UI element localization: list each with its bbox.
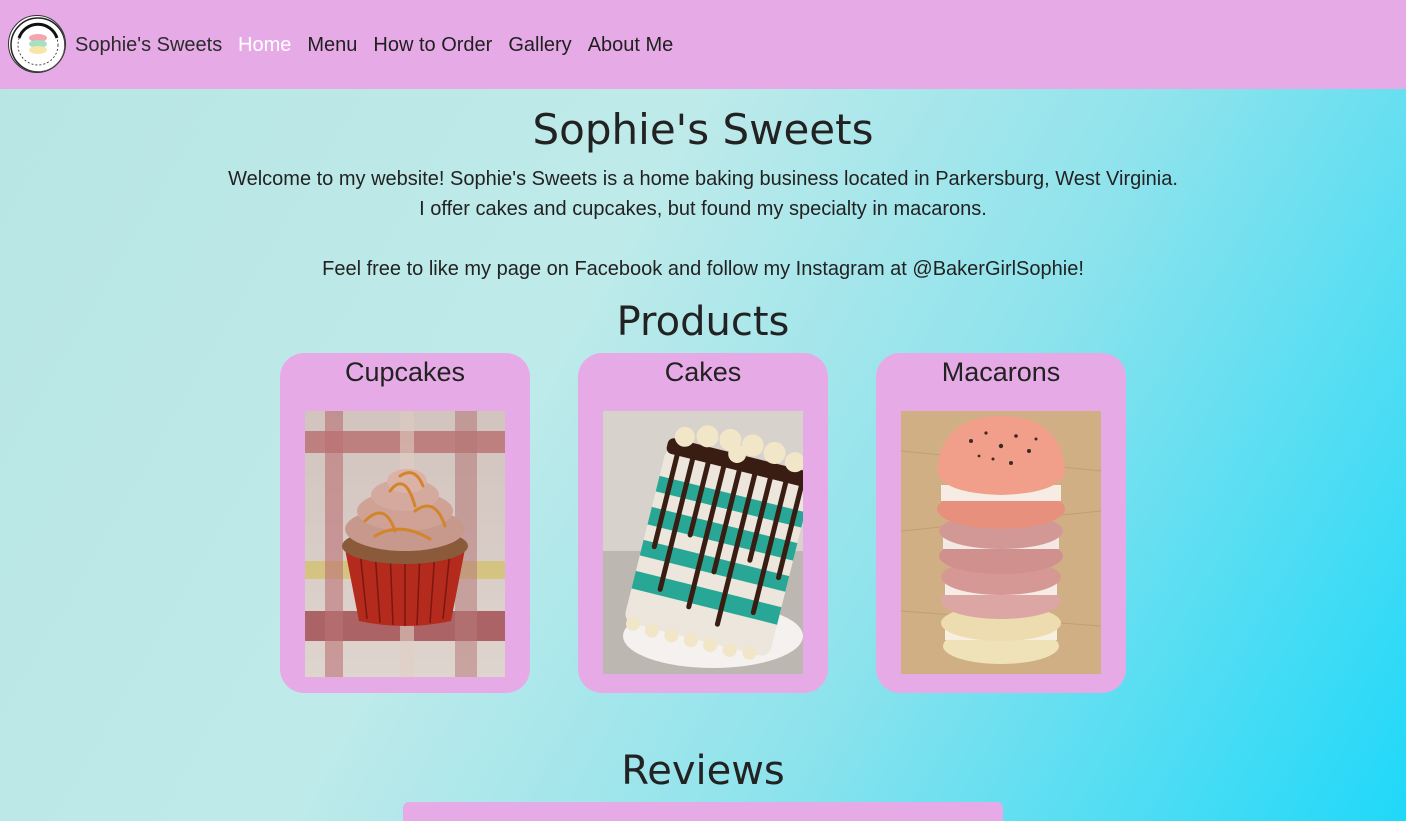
review-card (403, 802, 1003, 821)
navbar: Sophie's Sweets Home Menu How to Order G… (0, 0, 1406, 89)
product-card-title: Cakes (664, 357, 742, 387)
nav-link-gallery[interactable]: Gallery (508, 32, 571, 58)
brand-logo[interactable] (8, 15, 66, 73)
cupcake-photo (305, 411, 505, 677)
intro-text: Welcome to my website! Sophie's Sweets i… (0, 164, 1406, 284)
reviews-heading: Reviews (621, 748, 785, 794)
cake-photo (603, 411, 803, 674)
intro-line-2: I offer cakes and cupcakes, but found my… (419, 198, 987, 220)
product-card-macarons: Macarons (876, 353, 1126, 693)
product-card-cakes: Cakes (578, 353, 828, 693)
nav-link-how-to-order[interactable]: How to Order (373, 32, 492, 58)
nav-link-home[interactable]: Home (238, 32, 291, 58)
nav-link-menu[interactable]: Menu (307, 32, 357, 58)
page-title: Sophie's Sweets (532, 105, 874, 154)
macaron-photo (901, 411, 1101, 674)
nav-links: Home Menu How to Order Gallery About Me (238, 32, 689, 58)
product-card-title: Macarons (941, 357, 1061, 387)
product-card-cupcakes: Cupcakes (280, 353, 530, 693)
product-card-title: Cupcakes (344, 357, 466, 387)
nav-link-about-me[interactable]: About Me (588, 32, 674, 58)
products-heading: Products (616, 299, 790, 345)
brand-link[interactable]: Sophie's Sweets (75, 32, 222, 58)
intro-line-1: Welcome to my website! Sophie's Sweets i… (228, 168, 1178, 190)
intro-line-3: Feel free to like my page on Facebook an… (322, 258, 1084, 280)
